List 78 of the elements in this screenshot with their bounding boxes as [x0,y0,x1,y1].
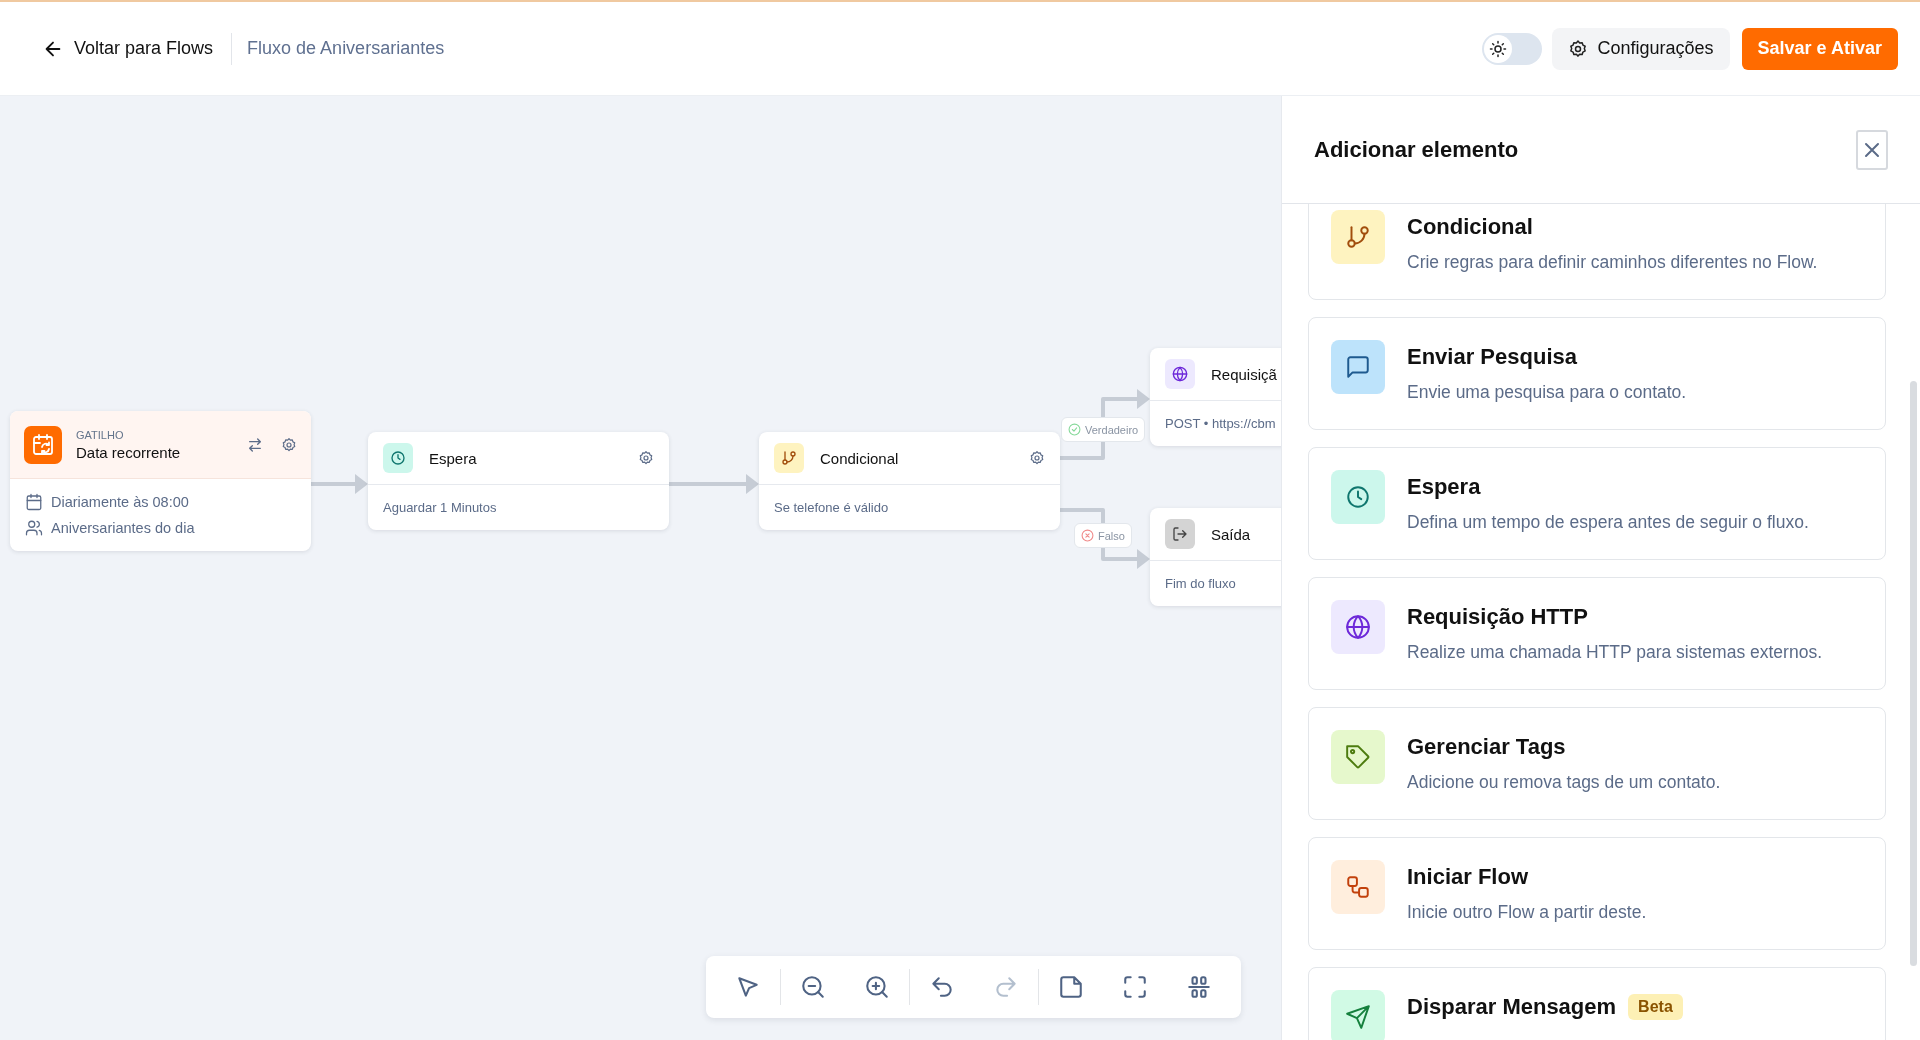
beta-badge: Beta [1628,994,1683,1020]
element-option-card[interactable]: Enviar Pesquisa Envie uma pesquisa para o contato. [1308,317,1886,430]
settings-icon[interactable] [281,436,297,453]
node-subtitle: POST • https://cbm [1164,415,1277,433]
pointer-icon [735,974,761,1000]
zoom-in-icon [864,974,890,1000]
linked-squares-icon [1345,874,1371,900]
node-title: Saída [1211,525,1252,543]
element-description: Adicione ou remova tags de um contato. [1407,772,1721,793]
element-title: Requisição HTTP [1407,604,1588,630]
chat-bubble-icon [1345,354,1371,380]
connector-arrow [311,474,368,494]
element-description: Crie regras para definir caminhos diferentes no Flow. [1407,252,1818,273]
calendar-icon [31,432,55,457]
element-title: Espera [1407,474,1481,500]
fit-view-icon [1122,974,1148,1000]
node-detail: Diariamente às 08:00 [51,494,189,510]
align-icon [1186,974,1212,1000]
clock-icon [1345,484,1371,510]
theme-toggle[interactable] [1481,32,1542,65]
calendar-icon [25,493,43,511]
scrollbar[interactable] [1910,381,1917,966]
element-option-card[interactable]: Requisição HTTP Realize uma chamada HTTP para sistemas externos. [1308,577,1886,690]
flow-node-card[interactable]: Condicional Se telefone é válido [759,432,1060,530]
node-title: Espera [429,449,478,467]
node-title: Requisiçã [1211,365,1278,383]
globe-icon [1345,614,1371,640]
swap-icon[interactable] [247,436,263,453]
settings-icon[interactable] [1029,450,1045,466]
users-icon [25,519,43,537]
zoom-out-icon [800,974,826,1000]
back-link[interactable]: Voltar para Flows [36,33,220,64]
settings-icon [1567,38,1588,59]
element-description: Defina um tempo de espera antes de seguir o fluxo. [1407,512,1809,533]
element-option-card[interactable]: Espera Defina um tempo de espera antes de seguir o fluxo. [1308,447,1886,560]
element-description: Envie uma pesquisa para o contato. [1407,382,1687,403]
settings-button[interactable]: Configurações [1551,27,1730,70]
flow-node-card[interactable]: Requisiçã POST • https://cbm [1150,348,1281,446]
branch-icon [1345,224,1371,250]
clock-icon [390,450,406,466]
flow-node-card[interactable]: Saída Fim do fluxo [1150,508,1281,606]
element-title: Condicional [1407,214,1533,240]
undo-icon [929,974,955,1000]
element-description: Realize uma chamada HTTP para sistemas externos. [1407,642,1822,663]
page-icon [1058,974,1084,1000]
node-subtitle: Fim do fluxo [1164,575,1237,593]
x-circle-icon [1081,529,1094,542]
check-circle-icon [1068,423,1081,436]
settings-icon[interactable] [638,450,654,466]
tag-icon [1345,744,1371,770]
exit-icon [1172,526,1188,542]
trigger-node-card[interactable]: GATILHO Data recorrente Diariamente às 08:00 Aniversariantes do dia [10,411,311,551]
element-description: Inicie outro Flow a partir deste. [1407,902,1647,923]
element-title: Iniciar Flow [1407,864,1529,890]
node-subtitle: Aguardar 1 Minutos [382,499,498,517]
send-icon [1345,1004,1371,1030]
globe-icon [1172,366,1188,382]
redo-icon [993,974,1019,1000]
flow-title: Fluxo de Aniversariantes [247,38,445,59]
element-title: Disparar Mensagem [1407,994,1617,1020]
node-title: Condicional [820,449,900,467]
branch-label: Falso [1074,523,1132,548]
element-option-card[interactable]: Gerenciar Tags Adicione ou remova tags de um contato. [1308,707,1886,820]
node-type-label: GATILHO [76,428,125,441]
element-option-card[interactable]: Disparar Mensagem Beta [1308,967,1886,1040]
branch-icon [781,450,797,466]
element-option-card[interactable]: Iniciar Flow Inicie outro Flow a partir deste. [1308,837,1886,950]
element-title: Enviar Pesquisa [1407,344,1577,370]
close-button[interactable] [1856,129,1888,170]
panel-title: Adicionar elemento [1314,136,1519,163]
element-option-card[interactable]: Condicional Crie regras para definir caminhos diferentes no Flow. [1308,204,1886,300]
branch-label: Verdadeiro [1061,417,1146,442]
sun-icon [1488,39,1507,58]
node-title: Data recorrente [76,443,182,461]
node-subtitle: Se telefone é válido [773,499,890,517]
element-title: Gerenciar Tags [1407,734,1566,760]
flow-node-card[interactable]: Espera Aguardar 1 Minutos [368,432,669,530]
node-detail: Aniversariantes do dia [51,520,195,536]
